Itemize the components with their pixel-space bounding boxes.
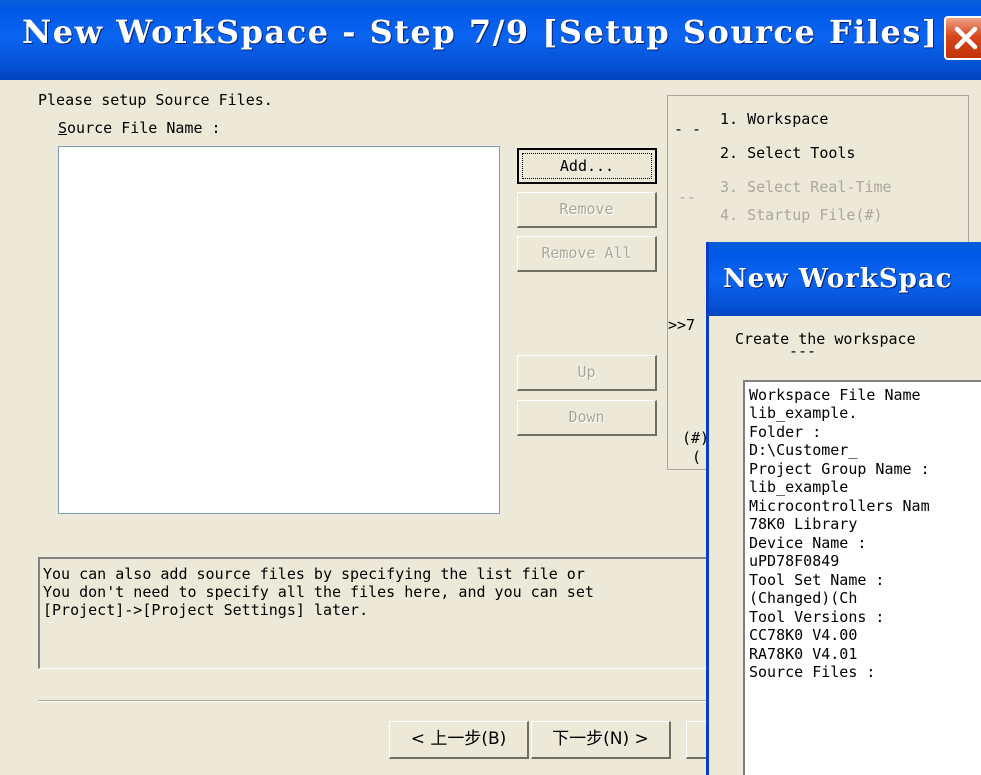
step-dash-2: -- — [678, 188, 697, 206]
step-2: 2. Select Tools — [720, 144, 856, 162]
step-1: 1. Workspace — [720, 110, 829, 128]
summary-line: Tool Versions : — [749, 608, 885, 626]
title-bar: New WorkSpace - Step 7/9 [Setup Source F… — [0, 0, 981, 80]
current-step-marker: >>7 — [668, 316, 696, 334]
summary-line: Tool Set Name : — [749, 571, 885, 589]
step-dash: - - — [674, 120, 702, 138]
info-text-box: You can also add source files by specify… — [38, 557, 738, 669]
summary-line: 78K0 Library — [749, 515, 858, 533]
info-line: You don't need to specify all the files … — [43, 583, 594, 601]
back-button[interactable]: < 上一步(B) — [389, 721, 529, 759]
remove-all-button[interactable]: Remove All — [517, 236, 657, 272]
overlay-heading: Create the workspace — [735, 330, 916, 348]
summary-line: lib_example — [749, 478, 849, 496]
step-4: 4. Startup File(#) — [720, 206, 883, 224]
info-line: You can also add source files by specify… — [43, 565, 585, 583]
setup-prompt: Please setup Source Files. — [38, 91, 273, 109]
summary-line: Workspace File Name — [749, 386, 921, 404]
overlay-dialog: New WorkSpac Create the workspace --- Wo… — [706, 242, 981, 775]
summary-line: lib_example. — [749, 404, 858, 422]
add-button[interactable]: Add... — [517, 148, 657, 184]
summary-line: Microcontrollers Nam — [749, 497, 930, 515]
close-button[interactable] — [944, 16, 981, 60]
window-title: New WorkSpace - Step 7/9 [Setup Source F… — [22, 13, 939, 51]
down-button[interactable]: Down — [517, 400, 657, 436]
summary-line: D:\Customer_ — [749, 441, 858, 459]
next-button[interactable]: 下一步(N) > — [531, 721, 671, 759]
separator — [38, 700, 738, 702]
overlay-heading-mark: --- — [789, 342, 817, 360]
step-3: 3. Select Real-Time — [720, 178, 892, 196]
summary-line: Folder : — [749, 423, 822, 441]
source-file-name-label: Source File Name : — [58, 119, 221, 137]
remove-button[interactable]: Remove — [517, 192, 657, 228]
summary-line: Device Name : — [749, 534, 867, 552]
summary-line: Project Group Name : — [749, 460, 930, 478]
summary-line: uPD78F0849 — [749, 552, 840, 570]
summary-box: Workspace File Name lib_example. Folder … — [743, 380, 981, 775]
summary-line: Source Files : — [749, 663, 876, 681]
close-icon — [954, 26, 978, 50]
up-button[interactable]: Up — [517, 355, 657, 391]
overlay-title-bar: New WorkSpac — [709, 242, 981, 316]
note-fragment: ( — [692, 448, 702, 466]
summary-line: CC78K0 V4.00 — [749, 626, 858, 644]
source-file-list[interactable] — [58, 146, 500, 514]
overlay-title: New WorkSpac — [723, 264, 953, 294]
info-line: [Project]->[Project Settings] later. — [43, 601, 369, 619]
summary-line: (Changed)(Ch — [749, 589, 858, 607]
summary-line: RA78K0 V4.01 — [749, 645, 858, 663]
